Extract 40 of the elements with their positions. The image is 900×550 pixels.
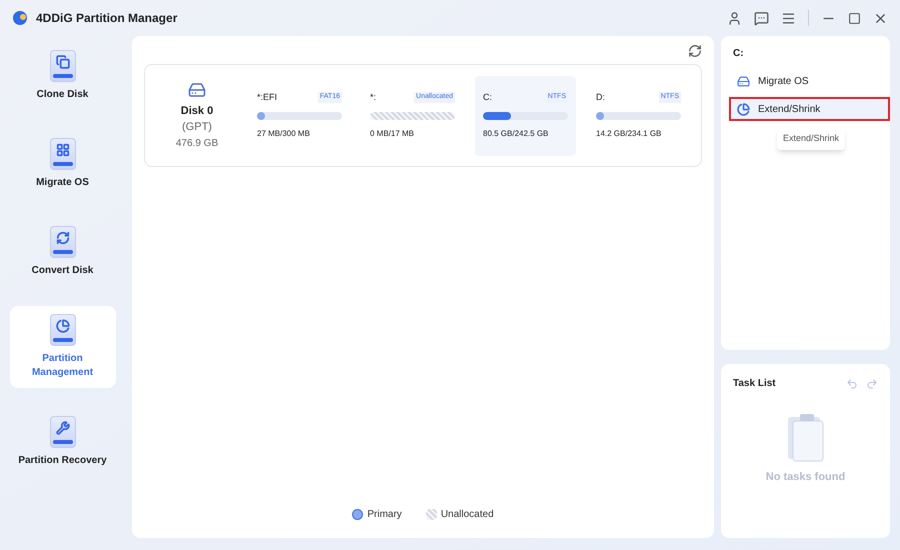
usage-text: 0 MB/17 MB [370,128,416,140]
empty-message: No tasks found [764,470,846,485]
partition-name: *: [370,90,376,104]
app-logo-icon [12,10,28,26]
legend-swatch [426,509,437,520]
action-item[interactable]: Extend/Shrink [729,97,890,121]
partition-name: *:EFI [257,90,278,104]
sidebar-item[interactable]: Partition Management [10,306,116,388]
partition-label: C: [733,47,745,61]
task-list-title: Task List [733,377,776,391]
action-item[interactable]: Migrate OS [729,69,890,93]
disk-size: 476.9 GB [176,136,218,150]
drive-icon [50,50,76,82]
sidebar-item[interactable]: Clone Disk [10,42,116,110]
usage-text: 14.2 GB/234.1 GB [596,128,662,140]
legend-label: Primary [367,508,402,522]
window-title: 4DDiG Partition Manager [36,10,178,27]
sidebar-item[interactable]: Partition Recovery [10,408,116,476]
usage-text: 27 MB/300 MB [257,128,311,140]
disk-name: Disk 0 [180,104,214,118]
disk-style: (GPT) [182,120,212,135]
drive-icon [737,74,750,88]
menu-icon[interactable] [781,10,796,26]
tooltip: Extend/Shrink [777,128,846,150]
drive-icon [50,416,76,448]
legend-swatch [352,509,364,520]
maximize-icon[interactable] [848,12,861,24]
partition-name: D: [596,90,605,104]
usage-text: 80.5 GB/242.5 GB [483,128,550,140]
legend-label: Unallocated [440,508,494,522]
drive-icon [50,226,76,258]
refresh-icon[interactable] [688,44,702,58]
sidebar-item[interactable]: Migrate OS [10,130,116,198]
sidebar-item[interactable]: Convert Disk [10,218,116,286]
partition-name: C: [483,90,492,104]
account-icon[interactable] [727,10,742,26]
drive-icon [50,314,76,346]
feedback-icon[interactable] [754,10,769,26]
pie-chart-icon [737,102,750,116]
drive-icon [50,138,76,170]
